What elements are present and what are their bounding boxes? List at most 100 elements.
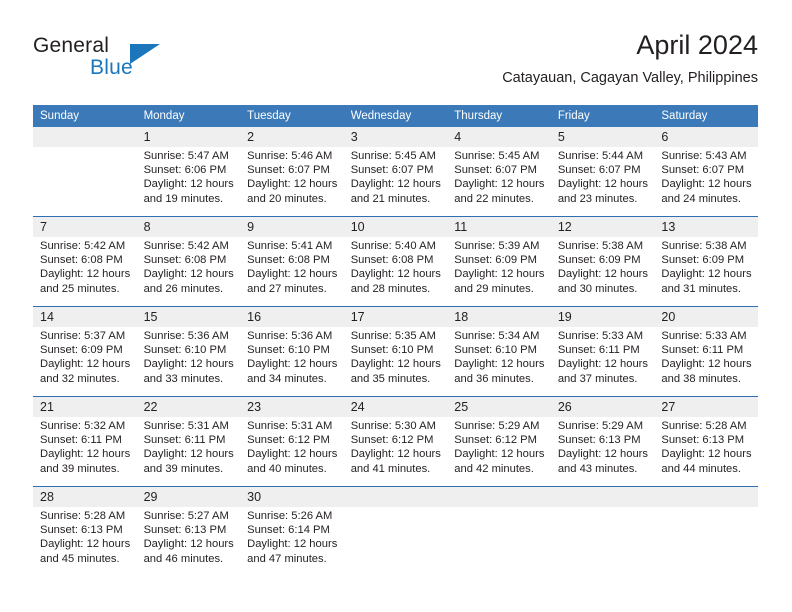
day-cell: Sunrise: 5:34 AM Sunset: 6:10 PM Daylight:… <box>447 327 551 397</box>
day-info-line: Sunrise: 5:27 AM <box>143 510 229 522</box>
day-info-line: Sunset: 6:12 PM <box>350 434 434 447</box>
calendar-week: 14 15 16 17 18 19 20 Sunrise: 5:37 AM Sunset: 6:… <box>33 306 758 397</box>
day-info-line: and 25 minutes. <box>40 282 120 295</box>
day-info-line: and 37 minutes. <box>557 372 638 385</box>
day-number[interactable]: 25 <box>447 396 551 417</box>
day-info-line: Daylight: 12 hours <box>661 448 752 461</box>
calendar-page: General Blue April 2024 Catayauan, Cagay… <box>0 0 792 612</box>
day-number[interactable]: 19 <box>550 306 655 327</box>
day-info-line: Sunset: 6:06 PM <box>143 164 227 177</box>
day-cell: Sunrise: 5:35 AM Sunset: 6:10 PM Daylight:… <box>343 327 448 397</box>
day-number[interactable]: 10 <box>343 216 448 237</box>
day-number[interactable]: 14 <box>33 306 137 327</box>
day-number[interactable]: 3 <box>343 127 448 147</box>
day-info-line: Sunrise: 5:30 AM <box>350 420 436 432</box>
day-cell: Sunrise: 5:29 AM Sunset: 6:13 PM Daylight:… <box>550 417 655 487</box>
day-number[interactable]: 12 <box>550 216 655 237</box>
day-cell: Sunrise: 5:26 AM Sunset: 6:14 PM Daylight:… <box>240 507 344 576</box>
day-info-line: Daylight: 12 hours <box>247 268 338 281</box>
day-info-line: and 27 minutes. <box>247 282 327 295</box>
day-info-line: and 46 minutes. <box>143 552 224 565</box>
day-info-line: Sunrise: 5:28 AM <box>40 510 126 522</box>
title-block: April 2024 Catayauan, Cagayan Valley, Ph… <box>502 28 758 88</box>
day-info-line: Daylight: 12 hours <box>350 178 441 191</box>
day-info-line: Daylight: 12 hours <box>557 178 648 191</box>
weekday-header-monday: Monday <box>136 105 241 127</box>
day-number-row: 28 29 30 <box>33 486 758 507</box>
weekday-header-thursday: Thursday <box>447 105 551 127</box>
day-number[interactable]: 23 <box>240 396 344 417</box>
day-number[interactable]: 11 <box>447 216 551 237</box>
calendar-table: Sunday Monday Tuesday Wednesday Thursday Frid… <box>33 105 758 576</box>
day-info-line: Sunrise: 5:38 AM <box>661 240 747 252</box>
triangle-icon <box>130 44 160 64</box>
day-info-line: and 30 minutes. <box>557 282 638 295</box>
general-blue-logo[interactable]: General Blue <box>33 34 213 82</box>
day-info-line: Sunset: 6:11 PM <box>143 434 226 447</box>
day-info-line: Daylight: 12 hours <box>40 448 131 461</box>
calendar-week: 7 8 9 10 11 12 13 Sunrise: 5:42 AM Sunset: 6:08 … <box>33 216 758 307</box>
day-info-line: and 33 minutes. <box>143 372 224 385</box>
day-detail-row: Sunrise: 5:32 AM Sunset: 6:11 PM Daylight:… <box>33 417 758 487</box>
day-info-line: Sunrise: 5:40 AM <box>350 240 436 252</box>
day-number[interactable]: 17 <box>343 306 448 327</box>
day-number[interactable]: 13 <box>654 216 758 237</box>
day-info-line: Daylight: 12 hours <box>454 448 545 461</box>
day-info-line: Sunset: 6:07 PM <box>350 164 434 177</box>
logo-text-blue: Blue <box>90 56 133 79</box>
day-info-line: Daylight: 12 hours <box>143 358 234 371</box>
day-info-line: Sunset: 6:07 PM <box>247 164 330 177</box>
day-info-line: Sunset: 6:09 PM <box>557 254 641 267</box>
day-number[interactable]: 30 <box>240 486 344 507</box>
day-number[interactable]: 15 <box>136 306 241 327</box>
page-title: April 2024 <box>636 30 758 60</box>
empty-day-number <box>343 486 448 507</box>
day-info-line: Sunrise: 5:34 AM <box>454 330 540 342</box>
day-info-line: Daylight: 12 hours <box>40 538 131 551</box>
day-cell: Sunrise: 5:41 AM Sunset: 6:08 PM Daylight:… <box>240 237 344 307</box>
day-number[interactable]: 6 <box>654 127 758 147</box>
day-info-line: Sunset: 6:09 PM <box>661 254 745 267</box>
day-number[interactable]: 16 <box>240 306 344 327</box>
day-info-line: Daylight: 12 hours <box>247 358 338 371</box>
day-info-line: and 43 minutes. <box>557 462 638 475</box>
day-detail-row: Sunrise: 5:28 AM Sunset: 6:13 PM Daylight:… <box>33 507 758 576</box>
day-number[interactable]: 9 <box>240 216 344 237</box>
day-info-line: and 21 minutes. <box>350 192 431 205</box>
day-info-line: Sunrise: 5:45 AM <box>454 150 540 162</box>
day-number-row: 14 15 16 17 18 19 20 <box>33 306 758 327</box>
day-info-line: Sunrise: 5:38 AM <box>557 240 644 252</box>
day-info-line: Sunset: 6:09 PM <box>40 344 123 357</box>
day-info-line: and 34 minutes. <box>247 372 327 385</box>
day-info-line: Daylight: 12 hours <box>454 268 545 281</box>
day-cell: Sunrise: 5:45 AM Sunset: 6:07 PM Daylight:… <box>343 147 448 217</box>
day-number[interactable]: 22 <box>136 396 241 417</box>
weekday-header-friday: Friday <box>550 105 655 127</box>
page-header: General Blue April 2024 Catayauan, Cagay… <box>0 0 792 100</box>
day-number[interactable]: 7 <box>33 216 137 237</box>
day-number[interactable]: 8 <box>136 216 241 237</box>
day-number[interactable]: 18 <box>447 306 551 327</box>
day-number[interactable]: 28 <box>33 486 137 507</box>
day-number[interactable]: 4 <box>447 127 551 147</box>
day-info-line: Sunrise: 5:46 AM <box>247 150 333 162</box>
day-info-line: Sunset: 6:13 PM <box>40 524 123 537</box>
day-number[interactable]: 2 <box>240 127 344 147</box>
day-number[interactable]: 27 <box>654 396 758 417</box>
day-info-line: Daylight: 12 hours <box>143 448 234 461</box>
day-number[interactable]: 1 <box>136 127 241 147</box>
day-cell: Sunrise: 5:32 AM Sunset: 6:11 PM Daylight:… <box>33 417 137 487</box>
day-number[interactable]: 20 <box>654 306 758 327</box>
day-number[interactable]: 29 <box>136 486 241 507</box>
day-cell: Sunrise: 5:31 AM Sunset: 6:12 PM Daylight:… <box>240 417 344 487</box>
day-number[interactable]: 26 <box>550 396 655 417</box>
empty-day-cell <box>447 507 551 576</box>
day-number[interactable]: 21 <box>33 396 137 417</box>
day-number[interactable]: 5 <box>550 127 655 147</box>
day-info-line: Sunrise: 5:31 AM <box>247 420 333 432</box>
empty-day-number <box>33 127 137 147</box>
day-info-line: Sunset: 6:11 PM <box>661 344 744 357</box>
day-info-line: Sunset: 6:11 PM <box>557 344 640 357</box>
day-cell: Sunrise: 5:29 AM Sunset: 6:12 PM Daylight:… <box>447 417 551 487</box>
day-number[interactable]: 24 <box>343 396 448 417</box>
